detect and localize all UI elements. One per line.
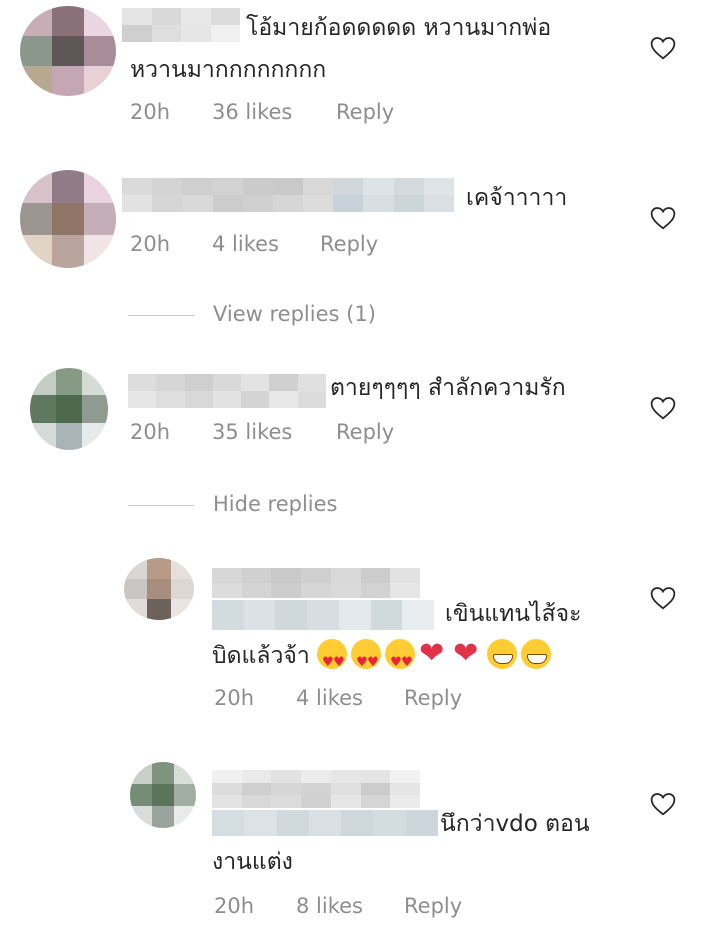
comment-text: เคจ้าาาาา (466, 185, 568, 211)
username-blurred-line2 (212, 600, 434, 630)
grinning-emoji (487, 639, 518, 669)
hide-replies-button[interactable]: Hide replies (128, 492, 428, 522)
timestamp: 20h (214, 894, 255, 918)
avatar[interactable] (20, 6, 116, 96)
reply-text: งานแต่ง (212, 849, 293, 875)
timestamp: 20h (130, 100, 171, 124)
avatar[interactable] (130, 762, 196, 828)
comment-meta: 20h 35 likes Reply (130, 420, 430, 448)
avatar[interactable] (20, 170, 116, 268)
username-blurred[interactable] (122, 8, 240, 42)
sparkling-heart-emoji (453, 637, 483, 671)
heart-outline-icon[interactable] (650, 792, 676, 816)
comment-item: ตายๆๆๆๆ สำลักความรัก 20h 35 likes Reply … (0, 350, 719, 540)
username-blurred-line2 (212, 810, 438, 836)
reply-meta: 20h 4 likes Reply (214, 686, 514, 714)
heart-outline-icon[interactable] (650, 206, 676, 230)
comment-text: ตายๆๆๆๆ สำลักความรัก (330, 375, 566, 401)
timestamp: 20h (130, 420, 171, 444)
username-blurred[interactable] (122, 178, 454, 212)
view-replies-label[interactable]: View replies (1) (213, 302, 376, 326)
reply-text: นึกว่าvdo ตอน (440, 811, 590, 837)
comment-item: เคจ้าาาาา 20h 4 likes Reply View replies… (0, 150, 719, 350)
likes-count[interactable]: 4 likes (296, 686, 363, 710)
likes-count[interactable]: 35 likes (212, 420, 292, 444)
reply-button[interactable]: Reply (336, 420, 394, 444)
heart-outline-icon[interactable] (650, 586, 676, 610)
avatar[interactable] (30, 368, 108, 450)
likes-count[interactable]: 36 likes (212, 100, 292, 124)
reply-item: เขินแทนไส้จะ บิดแล้วจ้า 20h 4 likes Repl… (0, 540, 719, 740)
heart-outline-icon[interactable] (650, 36, 676, 60)
likes-count[interactable]: 4 likes (212, 232, 279, 256)
heart-eyes-emoji (317, 639, 348, 683)
comment-text: หวานมากกกกกกกก (130, 57, 327, 83)
reply-button[interactable]: Reply (320, 232, 378, 256)
comment-meta: 20h 4 likes Reply (130, 232, 430, 260)
heart-outline-icon[interactable] (650, 396, 676, 420)
reply-button[interactable]: Reply (404, 686, 462, 710)
username-blurred[interactable] (212, 568, 420, 598)
hide-replies-label[interactable]: Hide replies (213, 492, 338, 516)
reply-button[interactable]: Reply (404, 894, 462, 918)
heart-eyes-emoji (385, 639, 416, 683)
username-blurred[interactable] (128, 374, 326, 408)
sparkling-heart-emoji (419, 637, 449, 671)
reply-text-line2: บิดแล้วจ้า (212, 643, 310, 669)
timestamp: 20h (130, 232, 171, 256)
grinning-emoji (521, 639, 552, 669)
heart-eyes-emoji (351, 639, 382, 683)
username-blurred[interactable] (212, 770, 420, 808)
likes-count[interactable]: 8 likes (296, 894, 363, 918)
comment-meta: 20h 36 likes Reply (130, 100, 430, 128)
replies-divider-line (128, 505, 194, 506)
reply-text: เขินแทนไส้จะ (445, 601, 582, 627)
comment-item: โอ้มายก้อดดดดด หวานมากพ่อ หวานมากกกกกกกก… (0, 0, 719, 150)
reply-text: บิดแล้วจ้า (212, 636, 555, 683)
reply-meta: 20h 8 likes Reply (214, 894, 514, 922)
view-replies-button[interactable]: View replies (1) (128, 302, 428, 332)
comment-text: โอ้มายก้อดดดดด หวานมากพ่อ (246, 15, 552, 41)
timestamp: 20h (214, 686, 255, 710)
reply-item: นึกว่าvdo ตอน งานแต่ง 20h 8 likes Reply (0, 740, 719, 927)
reply-button[interactable]: Reply (336, 100, 394, 124)
replies-divider-line (128, 315, 194, 316)
avatar[interactable] (124, 558, 194, 620)
